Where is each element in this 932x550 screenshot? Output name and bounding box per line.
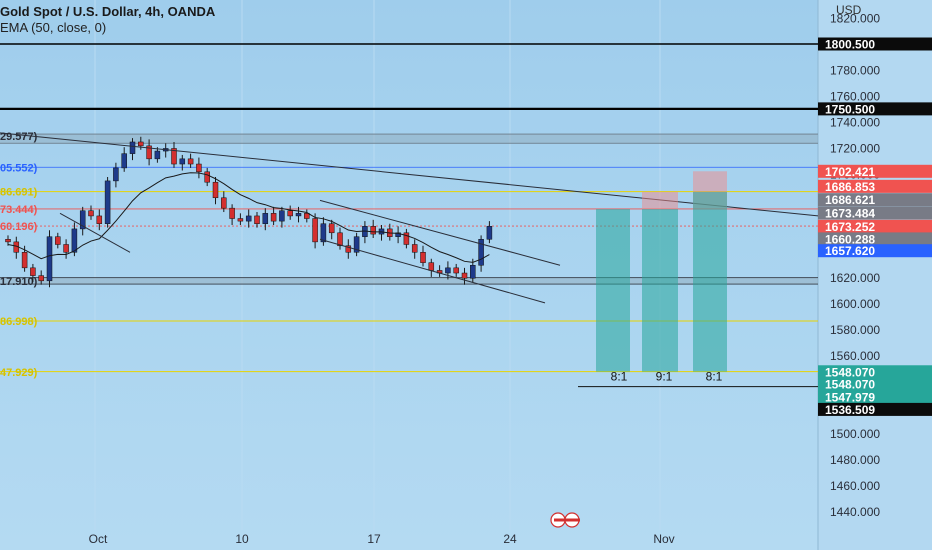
reward-box[interactable]: [693, 191, 727, 372]
candle-body[interactable]: [154, 150, 161, 160]
time-axis-label: 10: [235, 532, 249, 546]
candle-body[interactable]: [270, 213, 277, 222]
candle-body[interactable]: [428, 262, 435, 271]
candle-body[interactable]: [453, 267, 459, 274]
candle-body[interactable]: [320, 223, 327, 243]
risk-reward-ratio-label: 8:1: [611, 370, 628, 384]
candle-body[interactable]: [21, 252, 28, 269]
candle-body[interactable]: [138, 141, 144, 147]
candle-body[interactable]: [88, 210, 94, 217]
candle-body[interactable]: [461, 272, 468, 279]
candle-body[interactable]: [38, 275, 44, 282]
candle-body[interactable]: [420, 252, 426, 263]
candle-body[interactable]: [55, 236, 61, 245]
price-tag-label: 1686.853: [825, 180, 875, 194]
price-tick-label: 1620.000: [830, 271, 880, 285]
price-tick-label: 1780.000: [830, 64, 880, 78]
price-tick-label: 1740.000: [830, 116, 880, 130]
candle-body[interactable]: [71, 228, 78, 253]
fib-level-label: 73.444): [0, 204, 38, 216]
candle-body[interactable]: [337, 232, 343, 247]
candle-body[interactable]: [187, 158, 194, 165]
trendline-channel-lower[interactable]: [319, 238, 546, 304]
time-axis-label: Oct: [89, 532, 108, 546]
candle-body[interactable]: [279, 210, 285, 222]
indicator-label[interactable]: EMA (50, close, 0): [0, 20, 215, 36]
fib-level-label: 17.910): [0, 276, 38, 288]
fib-level-label: 05.552): [0, 162, 38, 174]
candle-body[interactable]: [121, 153, 127, 169]
fib-level-label: 47.929): [0, 367, 38, 379]
time-axis-label: 24: [503, 532, 517, 546]
fib-level-label: 29.577): [0, 131, 38, 143]
candle-body[interactable]: [312, 218, 318, 243]
resistance-zone[interactable]: [0, 134, 818, 144]
price-tick-label: 1580.000: [830, 323, 880, 337]
price-tick-label: 1720.000: [830, 141, 880, 155]
candle-body[interactable]: [287, 210, 293, 217]
candle-body[interactable]: [411, 244, 418, 253]
currency-label: USD: [836, 3, 862, 17]
price-tick-label: 1440.000: [830, 505, 880, 519]
candle-body[interactable]: [470, 264, 476, 279]
candle-body[interactable]: [179, 158, 186, 165]
candle-body[interactable]: [237, 218, 244, 222]
risk-reward-ratio-label: 8:1: [706, 370, 723, 384]
price-tag-label: 1536.509: [825, 403, 875, 417]
price-tick-label: 1500.000: [830, 427, 880, 441]
price-tag-label: 1702.421: [825, 165, 875, 179]
price-tag-label: 1750.500: [825, 102, 875, 116]
fib-level-label: 60.196): [0, 221, 38, 233]
candle-body[interactable]: [370, 226, 376, 235]
price-tick-label: 1480.000: [830, 453, 880, 467]
candle-body[interactable]: [212, 181, 219, 199]
reward-box[interactable]: [642, 209, 678, 372]
price-tag-label: 1686.621: [825, 193, 875, 207]
trendline-channel-upper[interactable]: [319, 199, 561, 266]
price-tag-label: 1800.500: [825, 38, 875, 52]
candle-body[interactable]: [30, 267, 36, 276]
candle-body[interactable]: [262, 213, 269, 224]
price-chart[interactable]: 1820.0001800.0001780.0001760.0001740.000…: [0, 0, 932, 550]
price-tick-label: 1460.000: [830, 479, 880, 493]
candle-body[interactable]: [221, 197, 227, 209]
price-tick-label: 1600.000: [830, 297, 880, 311]
fib-level-label: 86.998): [0, 316, 38, 328]
candle-body[interactable]: [104, 180, 111, 224]
candle-body[interactable]: [486, 226, 493, 240]
candle-body[interactable]: [229, 207, 235, 219]
candle-body[interactable]: [245, 215, 252, 222]
reward-box[interactable]: [596, 209, 630, 372]
flag-stripe: [554, 518, 580, 522]
candle-body[interactable]: [196, 163, 202, 173]
symbol-title: Gold Spot / U.S. Dollar, 4h, OANDA: [0, 4, 216, 19]
candle-body[interactable]: [445, 267, 451, 274]
chart-stage[interactable]: 1820.0001800.0001780.0001760.0001740.000…: [0, 0, 932, 550]
candle-body[interactable]: [328, 223, 335, 234]
candle-body[interactable]: [129, 141, 136, 154]
candle-body[interactable]: [254, 215, 260, 224]
candle-body[interactable]: [204, 171, 210, 183]
price-tick-label: 1560.000: [830, 349, 880, 363]
candle-body[interactable]: [113, 167, 119, 182]
risk-box[interactable]: [642, 191, 678, 210]
time-axis-label: Nov: [653, 532, 674, 546]
candle-body[interactable]: [63, 244, 69, 253]
price-tag-label: 1673.484: [825, 206, 875, 220]
chart-legend: Gold Spot / U.S. Dollar, 4h, OANDA EMA (…: [0, 4, 215, 36]
candle-body[interactable]: [5, 239, 11, 243]
candle-body[interactable]: [295, 213, 302, 217]
risk-reward-ratio-label: 9:1: [656, 370, 673, 384]
fib-level-label: 86.691): [0, 187, 38, 199]
candle-body[interactable]: [46, 236, 53, 282]
candle-body[interactable]: [96, 215, 103, 224]
price-tag-label: 1657.620: [825, 244, 875, 258]
time-axis-label: 17: [367, 532, 381, 546]
